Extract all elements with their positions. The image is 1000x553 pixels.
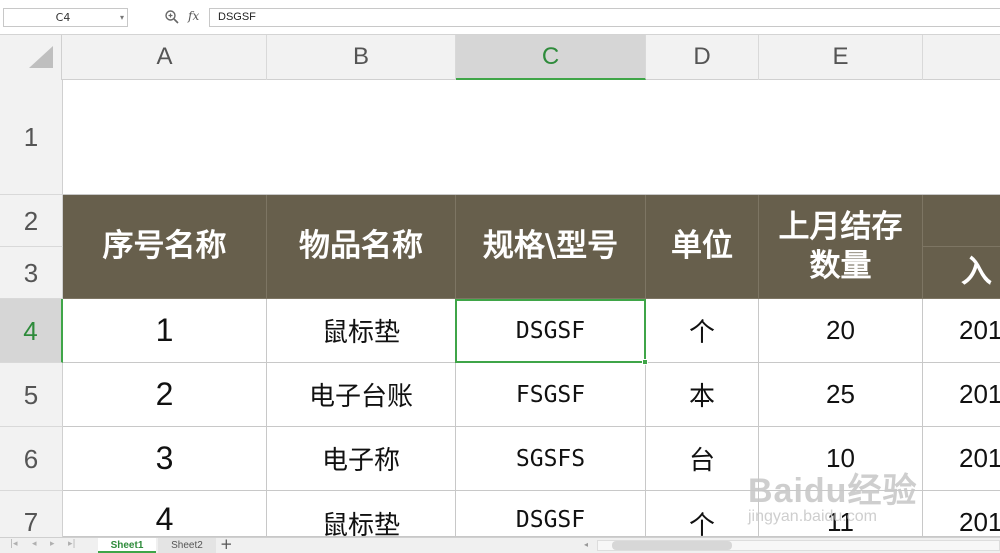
cell-d4[interactable]: 个 bbox=[646, 299, 759, 363]
cell-e4[interactable]: 20 bbox=[759, 299, 923, 363]
row-header-1[interactable]: 1 bbox=[0, 80, 63, 195]
cell-f7[interactable]: 201 bbox=[923, 491, 1000, 537]
watermark-brand: Baidu经验 bbox=[748, 472, 918, 510]
row-1-cells[interactable] bbox=[63, 80, 1000, 195]
cell-a7[interactable]: 4 bbox=[63, 491, 267, 537]
cell-b4[interactable]: 鼠标垫 bbox=[267, 299, 456, 363]
header-f-top[interactable] bbox=[923, 195, 1000, 247]
cell-f6[interactable]: 201 bbox=[923, 427, 1000, 491]
select-all-icon bbox=[29, 46, 53, 68]
horizontal-scrollbar-thumb[interactable] bbox=[612, 541, 732, 550]
cell-b5[interactable]: 电子台账 bbox=[267, 363, 456, 427]
cell-f5[interactable]: 201 bbox=[923, 363, 1000, 427]
tab-sheet2[interactable]: Sheet2 bbox=[158, 538, 216, 553]
prev-sheet-icon[interactable]: ◂ bbox=[32, 539, 37, 549]
fill-handle[interactable] bbox=[642, 359, 648, 365]
header-last-month-stock-line2: 数量 bbox=[809, 247, 872, 284]
name-box[interactable]: C4 ▾ bbox=[3, 8, 128, 27]
cell-c7[interactable]: DSGSF bbox=[456, 491, 646, 537]
header-last-month-stock-line1: 上月结存 bbox=[778, 208, 903, 245]
cell-a5[interactable]: 2 bbox=[63, 363, 267, 427]
row-header-2[interactable]: 2 bbox=[0, 195, 63, 247]
column-header-a[interactable]: A bbox=[63, 35, 267, 80]
column-header-e[interactable]: E bbox=[759, 35, 923, 80]
row-header-4[interactable]: 4 bbox=[0, 299, 63, 363]
cell-b7[interactable]: 鼠标垫 bbox=[267, 491, 456, 537]
row-header-7[interactable]: 7 bbox=[0, 491, 63, 539]
header-last-month-stock[interactable]: 上月结存 数量 bbox=[759, 195, 923, 299]
cell-a4[interactable]: 1 bbox=[63, 299, 267, 363]
header-inbound[interactable]: 入 bbox=[923, 247, 1000, 299]
cell-c6[interactable]: SGSFS bbox=[456, 427, 646, 491]
tab-sheet1[interactable]: Sheet1 bbox=[98, 538, 156, 553]
cell-d6[interactable]: 台 bbox=[646, 427, 759, 491]
fx-icon[interactable]: fx bbox=[188, 9, 199, 23]
last-sheet-icon[interactable]: ▸| bbox=[68, 539, 76, 549]
column-header-d[interactable]: D bbox=[646, 35, 759, 80]
add-sheet-button[interactable]: + bbox=[220, 535, 233, 553]
cell-c5[interactable]: FSGSF bbox=[456, 363, 646, 427]
cell-b6[interactable]: 电子称 bbox=[267, 427, 456, 491]
cell-f4[interactable]: 201 bbox=[923, 299, 1000, 363]
row-header-5[interactable]: 5 bbox=[0, 363, 63, 427]
header-spec-model[interactable]: 规格\型号 bbox=[456, 195, 646, 299]
header-item-name[interactable]: 物品名称 bbox=[267, 195, 456, 299]
header-seq-name[interactable]: 序号名称 bbox=[63, 195, 267, 299]
column-header-c[interactable]: C bbox=[456, 35, 646, 80]
column-header-b[interactable]: B bbox=[267, 35, 456, 80]
name-box-value: C4 bbox=[55, 11, 71, 24]
active-cell-selection bbox=[455, 299, 646, 363]
cell-d5[interactable]: 本 bbox=[646, 363, 759, 427]
watermark: Baidu经验 jingyan.baidu.com bbox=[748, 463, 917, 526]
row-header-3[interactable]: 3 bbox=[0, 247, 63, 299]
cell-a6[interactable]: 3 bbox=[63, 427, 267, 491]
column-header-f[interactable] bbox=[923, 35, 1000, 80]
next-sheet-icon[interactable]: ▸ bbox=[50, 539, 55, 549]
row-header-6[interactable]: 6 bbox=[0, 427, 63, 491]
first-sheet-icon[interactable]: |◂ bbox=[10, 539, 18, 549]
chevron-down-icon[interactable]: ▾ bbox=[120, 9, 124, 26]
cell-d7[interactable]: 个 bbox=[646, 491, 759, 537]
header-unit[interactable]: 单位 bbox=[646, 195, 759, 299]
zoom-icon[interactable] bbox=[164, 9, 182, 27]
scroll-left-icon[interactable]: ◂ bbox=[584, 540, 588, 549]
cell-e5[interactable]: 25 bbox=[759, 363, 923, 427]
formula-input[interactable]: DSGSF bbox=[209, 8, 1000, 27]
